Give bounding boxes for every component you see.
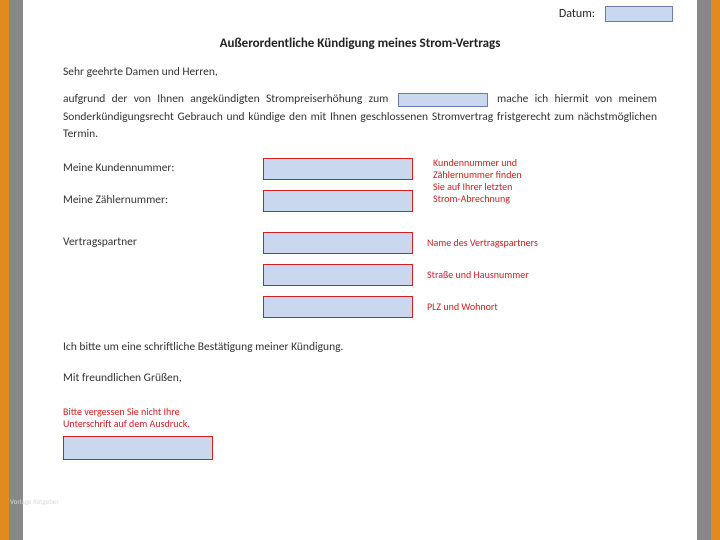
signature-field[interactable] (63, 436, 213, 460)
vertragspartner-city-field[interactable] (263, 296, 413, 318)
document-body: Sehr geehrte Damen und Herren, aufgrund … (63, 64, 657, 460)
signature-hint: Bitte vergessen Sie nicht Ihre Unterschr… (63, 406, 657, 430)
confirmation-request: Ich bitte um eine schriftliche Bestätigu… (63, 339, 657, 356)
vertragspartner-name-hint: Name des Vertragspartners (427, 237, 538, 249)
vertragspartner-name-field[interactable] (263, 232, 413, 254)
zaehlernummer-field[interactable] (263, 190, 413, 212)
document-frame: Datum: Außerordentliche Kündigung meines… (9, 0, 711, 540)
paragraph-pre: aufgrund der von Ihnen angekündigten Str… (63, 92, 388, 106)
vertragspartner-street-hint: Straße und Hausnummer (427, 269, 529, 281)
kundennummer-label: Meine Kundennummer: (63, 160, 263, 177)
vertragspartner-city-row: PLZ und Wohnort (63, 295, 657, 319)
page-gutter-right (697, 0, 711, 540)
page-content: Datum: Außerordentliche Kündigung meines… (23, 0, 697, 540)
kundennummer-hint: Kundennummer und Zählernummer finden Sie… (433, 157, 593, 205)
document-title: Außerordentliche Kündigung meines Strom-… (23, 36, 697, 51)
hint-line: Strom-Abrechnung (433, 193, 593, 205)
date-label: Datum: (559, 7, 595, 21)
signature-hint-line: Unterschrift auf dem Ausdruck. (63, 418, 657, 430)
main-paragraph: aufgrund der von Ihnen angekündigten Str… (63, 91, 657, 143)
closing: Mit freundlichen Grüßen, (63, 370, 657, 387)
vertragspartner-name-row: Vertragspartner Name des Vertragspartner… (63, 231, 657, 255)
watermark: Vorlage Ratgeber (10, 497, 59, 506)
fields-block: Kundennummer und Zählernummer finden Sie… (63, 157, 657, 319)
salutation: Sehr geehrte Damen und Herren, (63, 64, 657, 81)
vertragspartner-street-row: Straße und Hausnummer (63, 263, 657, 287)
vertragspartner-city-hint: PLZ und Wohnort (427, 301, 498, 313)
date-row: Datum: (559, 6, 673, 22)
kundennummer-field[interactable] (263, 158, 413, 180)
price-increase-date-field[interactable] (398, 93, 488, 107)
page-gutter-left (9, 0, 23, 540)
date-field[interactable] (605, 6, 673, 22)
vertragspartner-street-field[interactable] (263, 264, 413, 286)
vertragspartner-label: Vertragspartner (63, 234, 263, 251)
signature-hint-line: Bitte vergessen Sie nicht Ihre (63, 406, 657, 418)
zaehlernummer-label: Meine Zählernummer: (63, 192, 263, 209)
